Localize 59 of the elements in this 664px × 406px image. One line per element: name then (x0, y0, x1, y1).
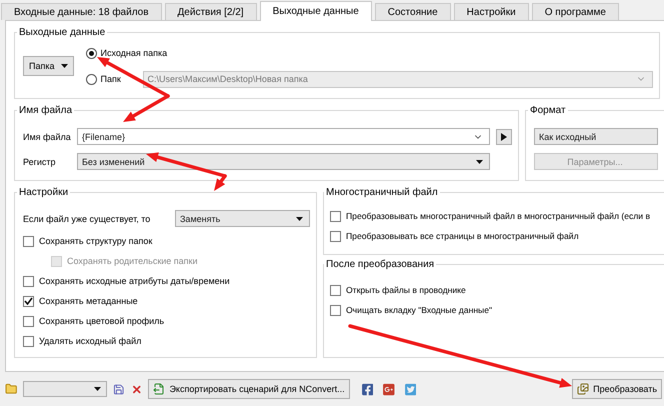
checkbox[interactable] (23, 296, 34, 306)
checkbox-label: Сохранять родительские папки (67, 256, 198, 266)
tab[interactable]: Выходные данные (260, 1, 372, 21)
checkbox[interactable] (23, 336, 34, 346)
tab[interactable]: Действия [2/2] (164, 3, 257, 20)
checkbox-label: Очищать вкладку "Входные данные" (346, 305, 492, 315)
tab[interactable]: О программе (532, 3, 619, 20)
case-dropdown[interactable]: Без изменений (77, 153, 490, 170)
checkbox-label: Преобразовывать многостраничный файл в многостраничный файл (если в (346, 211, 650, 221)
radio-label: Исходная папка (100, 48, 168, 58)
group-title: Настройки (18, 187, 70, 198)
facebook-icon[interactable] (362, 382, 374, 396)
convert-button[interactable]: Преобразовать (572, 379, 662, 399)
checkbox[interactable] (330, 230, 341, 242)
format-dropdown[interactable]: Как исходный (534, 128, 658, 145)
radio-button[interactable] (86, 74, 96, 84)
group-title: Многостраничный файл (325, 187, 439, 198)
tab[interactable]: Настройки (454, 3, 529, 20)
dropdown-arrow-icon (476, 160, 483, 164)
dropdown-arrow-icon (94, 387, 102, 391)
checkbox[interactable] (23, 236, 34, 246)
images-icon (577, 383, 590, 395)
export-button[interactable]: Экспортировать сценарий для NConvert... (148, 379, 350, 399)
group-title: После преобразования (325, 259, 436, 270)
google-plus-icon[interactable] (383, 382, 395, 396)
folder-icon[interactable] (5, 382, 18, 396)
checkbox[interactable] (330, 304, 341, 316)
dropdown-arrow-icon (60, 64, 68, 68)
twitter-icon[interactable] (404, 382, 416, 396)
tab[interactable]: Входные данные: 18 файлов (1, 3, 162, 20)
checkbox[interactable] (330, 284, 341, 296)
play-icon (501, 132, 507, 140)
checkbox-label: Удалять исходный файл (39, 336, 142, 346)
path-field[interactable]: C:\Users\Максим\Desktop\Новая папка (142, 70, 653, 88)
checkbox-label: Сохранять исходные атрибуты даты/времени (39, 276, 230, 286)
folder-dropdown[interactable]: Папка (23, 56, 74, 76)
save-icon[interactable] (113, 382, 125, 396)
group-title: Имя файла (18, 105, 74, 116)
filename-field[interactable]: {Filename} (77, 128, 490, 145)
checkbox-label: Сохранять метаданные (39, 296, 138, 306)
dropdown-arrow-icon (296, 216, 303, 220)
tab[interactable]: Состояние (374, 3, 451, 20)
export-icon (153, 383, 166, 395)
radio-button[interactable] (86, 48, 96, 58)
checkbox[interactable] (23, 276, 34, 286)
group-title: Формат (529, 105, 567, 116)
checkbox-label: Сохранять цветовой профиль (39, 316, 164, 326)
group-title: Выходные данные (18, 27, 106, 38)
overwrite-dropdown[interactable]: Заменять (175, 210, 310, 227)
checkbox[interactable] (23, 316, 34, 326)
field-label: Имя файла (23, 132, 71, 142)
field-label: Регистр (23, 156, 57, 166)
field-label: Если файл уже существует, то (23, 214, 152, 224)
checkbox-label: Открыть файлы в проводнике (346, 285, 466, 295)
play-button[interactable] (496, 128, 512, 144)
radio-label: Папк (100, 74, 122, 84)
checkbox-label: Преобразовывать все страницы в многостраничный файл (346, 231, 579, 241)
checkbox[interactable] (330, 210, 341, 222)
checkbox-label: Сохранять структуру папок (39, 236, 152, 246)
